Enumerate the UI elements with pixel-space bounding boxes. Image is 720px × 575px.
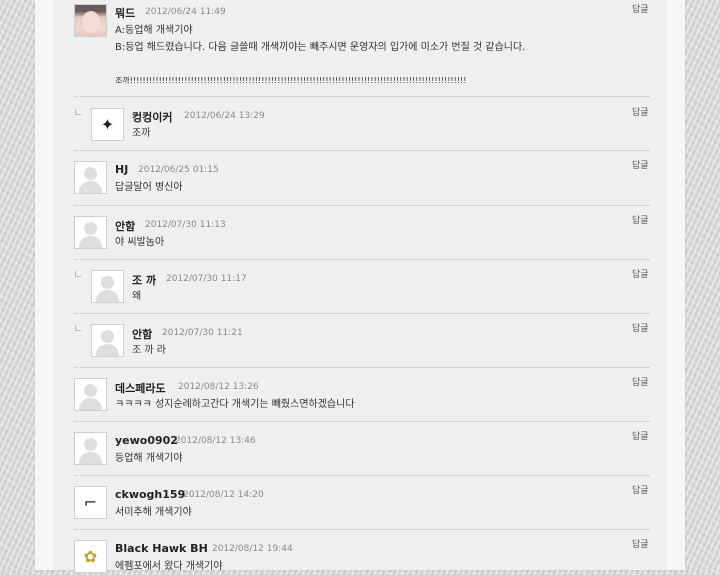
reply-button[interactable]: 답글 xyxy=(632,321,649,334)
avatar[interactable] xyxy=(74,432,107,465)
comment-text-line: B:등업 해드렸습니다. 다음 글쓸때 개색끼야는 빼주시면 운영자의 입가에 … xyxy=(115,42,526,53)
comment-text-line: 서미추해 개색기야 xyxy=(115,507,192,518)
comment-date: 2012/06/25 01:15 xyxy=(138,165,219,175)
reply-button[interactable]: 답글 xyxy=(632,105,649,118)
flower-icon: ✿ xyxy=(83,547,98,566)
comment-text-line: A:등업해 개색기야 xyxy=(115,25,193,36)
comment-author[interactable]: 컹컹이커 xyxy=(132,109,172,125)
reply-button[interactable]: 답글 xyxy=(632,537,649,550)
comment-date: 2012/06/24 13:29 xyxy=(184,111,265,121)
avatar[interactable] xyxy=(91,270,124,303)
divider xyxy=(74,150,649,151)
comment-date: 2012/07/30 11:21 xyxy=(162,328,243,338)
comment-text-line: 야 씨발놈아 xyxy=(115,237,165,248)
comment-text-line: ㅋㅋㅋㅋ 성지순례하고간다 개색기는 빼줬스면하겠습니다 xyxy=(115,399,355,410)
comment-date: 2012/07/30 11:17 xyxy=(166,274,247,284)
reply-button[interactable]: 답글 xyxy=(632,375,649,388)
comment-author[interactable]: 안함 xyxy=(132,326,152,342)
divider xyxy=(74,259,649,260)
divider xyxy=(74,367,649,368)
comment-author[interactable]: 데스페라도 xyxy=(115,380,166,396)
divider xyxy=(74,313,649,314)
comment-date: 2012/08/12 14:20 xyxy=(183,490,264,500)
comment-author[interactable]: HJ xyxy=(115,163,128,176)
reply-button[interactable]: 답글 xyxy=(632,213,649,226)
comment-text-line: 조까!!!!!!!!!!!!!!!!!!!!!!!!!!!!!!!!!!!!!!… xyxy=(115,76,467,85)
comment-text-line: 에펨포에서 왔다 개색기야 xyxy=(115,561,223,572)
reply-branch-icon xyxy=(75,109,81,115)
reply-button[interactable]: 답글 xyxy=(632,483,649,496)
avatar[interactable]: ⌐ xyxy=(74,486,107,519)
reply-branch-icon xyxy=(75,271,81,277)
comment-text-line: 등업해 개색기야 xyxy=(115,453,183,464)
gun-icon: ⌐ xyxy=(83,493,98,512)
butterfly-icon: ✦ xyxy=(100,115,115,134)
comment-author[interactable]: Black Hawk BH xyxy=(115,542,208,555)
comment-author[interactable]: 뭐드 xyxy=(115,5,135,21)
comment-date: 2012/06/24 11:49 xyxy=(145,7,226,17)
divider xyxy=(74,475,649,476)
comment-text-line: 조 까 라 xyxy=(132,345,166,356)
comment-date: 2012/07/30 11:13 xyxy=(145,220,226,230)
comment-author[interactable]: ckwogh159 xyxy=(115,488,185,501)
comment-author[interactable]: 안함 xyxy=(115,218,135,234)
comment-text-line: 답글달어 병신아 xyxy=(115,182,183,193)
reply-button[interactable]: 답글 xyxy=(632,429,649,442)
reply-button[interactable]: 답글 xyxy=(632,267,649,280)
divider xyxy=(74,529,649,530)
avatar[interactable]: ✦ xyxy=(91,108,124,141)
avatar[interactable]: ✿ xyxy=(74,540,107,573)
reply-button[interactable]: 답글 xyxy=(632,2,649,15)
reply-branch-icon xyxy=(75,325,81,331)
comment-date: 2012/08/12 13:46 xyxy=(175,436,256,446)
divider xyxy=(74,96,649,97)
avatar[interactable] xyxy=(74,4,107,37)
comment-text-line: 조까 xyxy=(132,128,151,139)
avatar[interactable] xyxy=(74,216,107,249)
avatar[interactable] xyxy=(74,378,107,411)
comment-text-line: 왜 xyxy=(132,291,142,302)
avatar[interactable] xyxy=(74,161,107,194)
comment-author[interactable]: 조 까 xyxy=(132,272,156,288)
comment-date: 2012/08/12 13:26 xyxy=(178,382,259,392)
comment-author[interactable]: yewo0902 xyxy=(115,434,178,447)
divider xyxy=(74,205,649,206)
comment-date: 2012/08/12 19:44 xyxy=(212,544,293,554)
divider xyxy=(74,421,649,422)
reply-button[interactable]: 답글 xyxy=(632,158,649,171)
avatar[interactable] xyxy=(91,324,124,357)
